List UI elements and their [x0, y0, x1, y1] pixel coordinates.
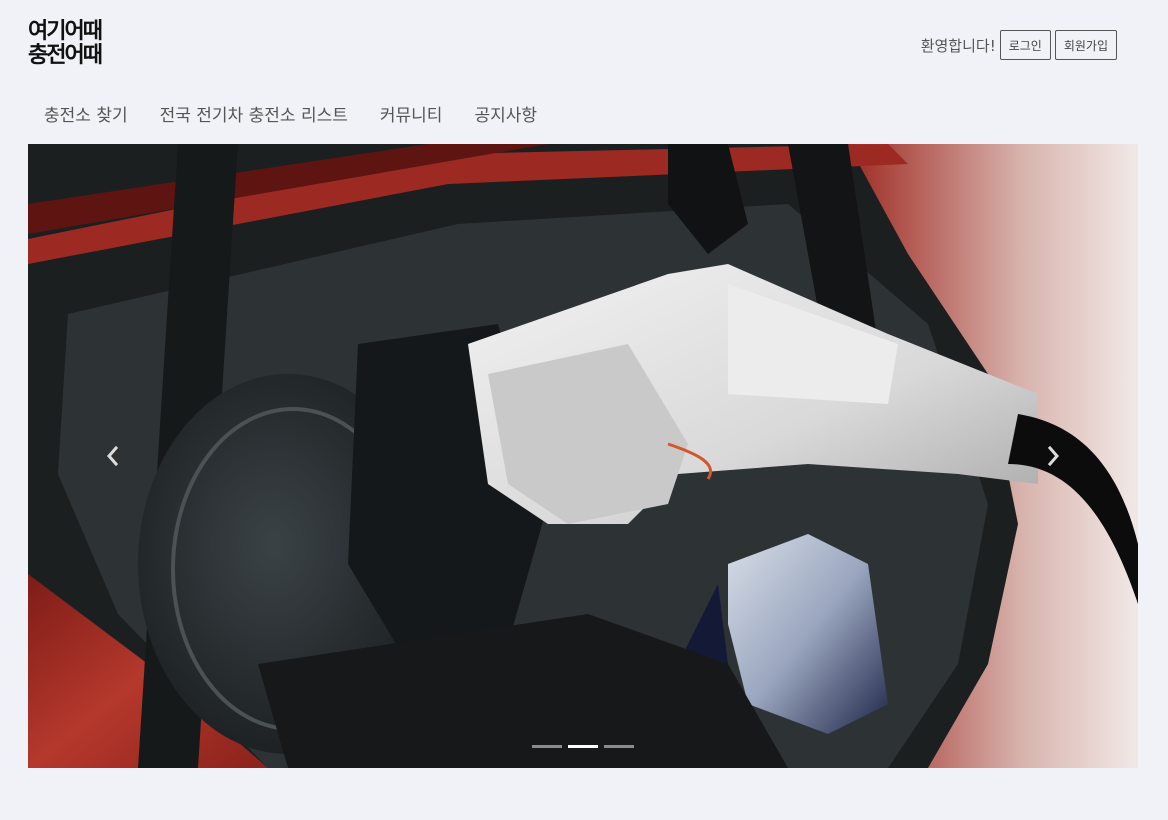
chevron-right-icon: [1047, 445, 1059, 467]
hero-carousel: [28, 144, 1138, 768]
carousel-indicator-1[interactable]: [532, 745, 562, 748]
signup-button[interactable]: 회원가입: [1054, 30, 1117, 60]
carousel-next-button[interactable]: [968, 144, 1138, 768]
nav-item-station-list[interactable]: 전국 전기차 충전소 리스트: [144, 102, 364, 130]
logo-line-2: 충전어때: [28, 43, 103, 68]
site-logo[interactable]: 여기어때 충전어때: [28, 20, 128, 68]
nav-item-notice[interactable]: 공지사항: [458, 102, 553, 130]
main-nav: 충전소 찾기 전국 전기차 충전소 리스트 커뮤니티 공지사항: [28, 102, 553, 130]
user-box: 환영합니다! 로그인 회원가입: [921, 30, 1117, 60]
carousel-prev-button[interactable]: [28, 144, 198, 768]
carousel-indicator-3[interactable]: [604, 745, 634, 748]
carousel-indicators: [28, 745, 1138, 748]
logo-line-1: 여기어때: [28, 19, 103, 44]
chevron-left-icon: [107, 445, 119, 467]
nav-item-community[interactable]: 커뮤니티: [364, 102, 459, 130]
welcome-text: 환영합니다!: [920, 36, 996, 55]
login-button[interactable]: 로그인: [999, 30, 1051, 60]
carousel-indicator-2[interactable]: [568, 745, 598, 748]
nav-item-find-station[interactable]: 충전소 찾기: [28, 102, 144, 130]
